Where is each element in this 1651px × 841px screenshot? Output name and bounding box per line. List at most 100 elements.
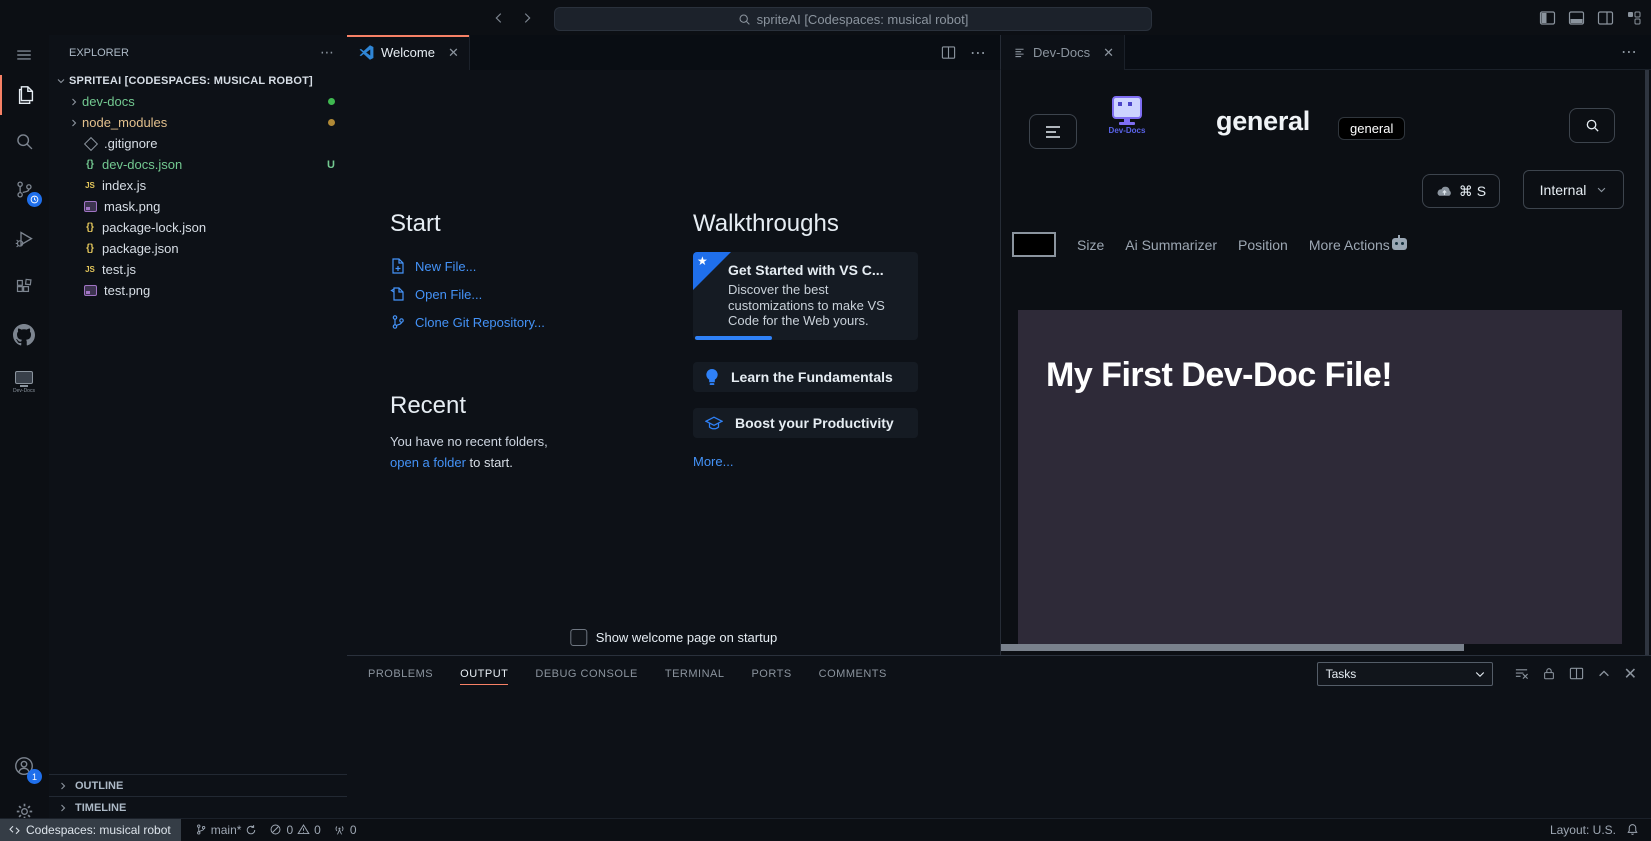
editor-more-actions-icon[interactable]: ⋯ — [970, 43, 986, 63]
startup-checkbox-label: Show welcome page on startup — [596, 630, 777, 645]
tab-dev-docs[interactable]: Dev-Docs ✕ — [1001, 35, 1125, 70]
project-root-row[interactable]: SPRITEAI [CODESPACES: MUSICAL ROBOT] — [49, 70, 347, 91]
open-folder-link[interactable]: open a folder — [390, 455, 466, 470]
file-row-node-modules[interactable]: node_modules — [49, 112, 347, 133]
list-icon — [1013, 46, 1026, 59]
chevron-right-icon — [55, 800, 71, 816]
color-swatch[interactable] — [1012, 232, 1056, 257]
ports-indicator[interactable]: 0 — [327, 819, 363, 841]
accounts-icon[interactable]: 1 — [0, 746, 48, 786]
panel-tab-terminal[interactable]: TERMINAL — [665, 656, 725, 691]
devdocs-menu-button[interactable] — [1029, 114, 1077, 149]
chevron-down-icon — [53, 73, 69, 89]
errors-icon — [269, 823, 282, 836]
notifications-bell-icon[interactable] — [1626, 823, 1639, 836]
dev-docs-webview: Dev-Docs general general ⌘ S Internal Si… — [1000, 70, 1651, 655]
maximize-panel-icon[interactable] — [1597, 667, 1611, 681]
customize-layout-icon[interactable] — [1625, 9, 1643, 27]
tab-welcome[interactable]: Welcome ✕ — [347, 35, 470, 70]
editor-more-actions-icon[interactable]: ⋯ — [1621, 42, 1637, 62]
back-icon[interactable] — [492, 11, 506, 25]
panel-tab-comments[interactable]: COMMENTS — [819, 656, 887, 691]
image-file-icon — [84, 285, 97, 296]
project-name: SPRITEAI [CODESPACES: MUSICAL ROBOT] — [69, 75, 313, 87]
panel-tab-debug-console[interactable]: DEBUG CONSOLE — [535, 656, 637, 691]
warnings-icon — [297, 823, 310, 836]
layout-indicator[interactable]: Layout: U.S. — [1550, 823, 1616, 837]
devdocs-search-button[interactable] — [1569, 108, 1615, 143]
sidebar-item-source-control[interactable] — [0, 169, 48, 209]
recent-suffix: to start. — [466, 455, 513, 470]
close-panel-icon[interactable]: ✕ — [1624, 664, 1637, 684]
robot-emoji — [1392, 238, 1407, 250]
close-tab-icon[interactable]: ✕ — [1103, 45, 1114, 61]
file-row-test-png[interactable]: test.png — [49, 280, 347, 301]
devdocs-save-button[interactable]: ⌘ S — [1422, 174, 1500, 208]
timeline-section-header[interactable]: TIMELINE — [49, 796, 347, 818]
devdocs-toolbar: Size Ai Summarizer Position More Actions — [1012, 232, 1407, 257]
output-channel-dropdown[interactable]: Tasks — [1317, 662, 1493, 686]
startup-checkbox[interactable] — [570, 629, 587, 646]
toolbar-size[interactable]: Size — [1077, 237, 1104, 253]
toolbar-more-actions[interactable]: More Actions — [1309, 237, 1407, 253]
forward-icon[interactable] — [520, 11, 534, 25]
panel-tab-problems[interactable]: PROBLEMS — [368, 656, 433, 691]
close-tab-icon[interactable]: ✕ — [448, 45, 459, 61]
menu-icon[interactable] — [0, 35, 48, 75]
sidebar-item-dev-docs[interactable]: Dev-Docs — [0, 362, 48, 402]
radio-tower-icon — [333, 823, 346, 836]
walkthrough-fundamentals-card[interactable]: Learn the Fundamentals — [693, 362, 918, 392]
file-row-test-js[interactable]: JS test.js — [49, 259, 347, 280]
toolbar-position[interactable]: Position — [1238, 237, 1288, 253]
panel-tab-output[interactable]: OUTPUT — [460, 656, 508, 691]
file-row-index-js[interactable]: JS index.js — [49, 175, 347, 196]
explorer-sidebar: EXPLORER ⋯ SPRITEAI [CODESPACES: MUSICAL… — [49, 35, 348, 818]
explorer-more-actions-icon[interactable]: ⋯ — [320, 44, 335, 61]
sidebar-item-run-debug[interactable] — [0, 219, 48, 259]
clone-repo-link[interactable]: Clone Git Repository... — [390, 308, 640, 336]
start-heading: Start — [390, 210, 640, 238]
split-editor-icon[interactable] — [941, 45, 956, 60]
doc-content-panel[interactable]: My First Dev-Doc File! — [1018, 310, 1622, 644]
split-panel-icon[interactable] — [1569, 666, 1584, 681]
file-row-package-lock[interactable]: {} package-lock.json — [49, 217, 347, 238]
sidebar-item-github[interactable] — [0, 315, 48, 355]
file-row-mask-png[interactable]: mask.png — [49, 196, 347, 217]
file-row-package-json[interactable]: {} package.json — [49, 238, 347, 259]
new-file-link[interactable]: New File... — [390, 252, 640, 280]
command-center-search[interactable]: spriteAI [Codespaces: musical robot] — [554, 7, 1152, 31]
toggle-primary-sidebar-icon[interactable] — [1538, 9, 1556, 27]
walkthroughs-more-link[interactable]: More... — [693, 454, 918, 469]
command-center-text: spriteAI [Codespaces: musical robot] — [757, 12, 969, 27]
doc-heading: My First Dev-Doc File! — [1046, 356, 1392, 395]
walkthrough-productivity-card[interactable]: Boost your Productivity — [693, 408, 918, 438]
visibility-dropdown[interactable]: Internal — [1523, 170, 1624, 209]
clear-output-icon[interactable] — [1514, 666, 1529, 681]
toolbar-ai-summarizer[interactable]: Ai Summarizer — [1125, 237, 1217, 253]
walkthrough-description: Discover the best customizations to make… — [728, 282, 908, 329]
editor-group-2-tabs: Dev-Docs ✕ ⋯ — [1000, 35, 1651, 70]
sidebar-item-search[interactable] — [0, 121, 48, 161]
outline-section-header[interactable]: OUTLINE — [49, 774, 347, 796]
horizontal-scrollbar[interactable] — [1001, 644, 1464, 651]
panel-tab-ports[interactable]: PORTS — [751, 656, 791, 691]
toggle-secondary-sidebar-icon[interactable] — [1596, 9, 1614, 27]
lock-icon[interactable] — [1542, 666, 1556, 681]
sidebar-item-explorer[interactable] — [0, 75, 50, 115]
vscode-window: { "colors": { "accent_orange": "#f78166"… — [0, 0, 1651, 840]
toggle-panel-icon[interactable] — [1567, 9, 1585, 27]
walkthrough-featured-card[interactable]: ★ Get Started with VS C... Discover the … — [693, 252, 918, 340]
sidebar-title: EXPLORER — [69, 47, 129, 59]
file-row-dev-docs[interactable]: dev-docs — [49, 91, 347, 112]
sidebar-item-extensions[interactable] — [0, 267, 48, 307]
vertical-scrollbar[interactable] — [1645, 70, 1649, 655]
file-row-gitignore[interactable]: .gitignore — [49, 133, 347, 154]
chevron-right-icon — [55, 778, 71, 794]
branch-indicator[interactable]: main* — [189, 819, 264, 841]
remote-indicator[interactable]: Codespaces: musical robot — [0, 819, 181, 841]
save-shortcut-label: ⌘ S — [1459, 183, 1486, 200]
problems-indicator[interactable]: 0 0 — [263, 819, 326, 841]
open-file-link[interactable]: Open File... — [390, 280, 640, 308]
file-row-dev-docs-json[interactable]: {} dev-docs.json U — [49, 154, 347, 175]
title-bar: spriteAI [Codespaces: musical robot] — [0, 0, 1651, 36]
